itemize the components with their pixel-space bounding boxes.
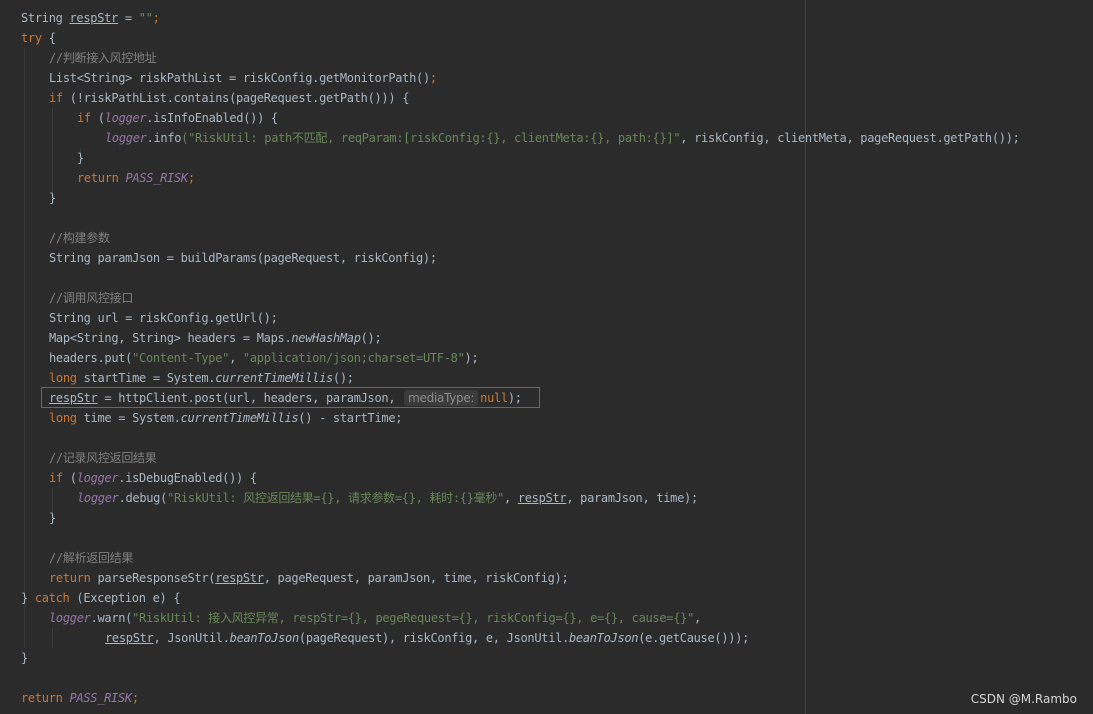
code-line-26: }: [49, 511, 56, 525]
code-line-1: String respStr = "";: [21, 11, 160, 25]
code-line-21: long time = System.currentTimeMillis() -…: [49, 411, 403, 425]
watermark: CSDN @M.Rambo: [970, 692, 1077, 706]
code-line-32: respStr, JsonUtil.beanToJson(pageRequest…: [105, 631, 750, 645]
code-line-2: try {: [21, 31, 56, 45]
comment-token: //构建参数: [49, 231, 110, 245]
keyword-token: try: [21, 31, 42, 45]
code-line-33: }: [21, 651, 28, 665]
indent-guide: [52, 108, 53, 198]
code-line-10: }: [49, 191, 56, 205]
code-line-8: }: [77, 151, 84, 165]
indent-guide: [24, 48, 25, 648]
code-line-17: Map<String, String> headers = Maps.newHa…: [49, 331, 382, 345]
code-line-23: //记录风控返回结果: [49, 448, 157, 468]
code-line-31: logger.warn("RiskUtil: 接入风控异常, respStr={…: [49, 611, 701, 625]
comment-token: //解析返回结果: [49, 551, 134, 565]
code-line-25: logger.debug("RiskUtil: 风控返回结果={}, 请求参数=…: [77, 491, 698, 505]
code-editor[interactable]: String respStr = ""; try { //判断接入风控地址 Li…: [0, 0, 1093, 714]
indent-guide: [52, 628, 53, 648]
code-line-29: return parseResponseStr(respStr, pageReq…: [49, 571, 569, 585]
code-line-12: //构建参数: [49, 228, 110, 248]
comment-token: //记录风控返回结果: [49, 451, 157, 465]
code-line-13: String paramJson = buildParams(pageReque…: [49, 251, 437, 265]
code-line-35: return PASS_RISK;: [21, 691, 139, 705]
code-line-24: if (logger.isDebugEnabled()) {: [49, 471, 257, 485]
code-line-4: List<String> riskPathList = riskConfig.g…: [49, 71, 437, 85]
type-token: String: [21, 11, 63, 25]
code-line-18: headers.put("Content-Type", "application…: [49, 351, 479, 365]
code-line-15: //调用风控接口: [49, 288, 133, 308]
variable-token: respStr: [69, 11, 119, 25]
code-line-7: logger.info("RiskUtil: path不匹配, reqParam…: [105, 131, 1020, 145]
code-line-6: if (logger.isInfoEnabled()) {: [77, 111, 278, 125]
right-margin-guide: [805, 0, 806, 714]
code-line-30: } catch (Exception e) {: [21, 591, 181, 605]
code-line-19: long startTime = System.currentTimeMilli…: [49, 371, 354, 385]
code-line-5: if (!riskPathList.contains(pageRequest.g…: [49, 91, 410, 105]
comment-token: //调用风控接口: [49, 291, 134, 305]
comment-token: //判断接入风控地址: [49, 51, 157, 65]
code-line-16: String url = riskConfig.getUrl();: [49, 311, 278, 325]
highlight-box: [41, 387, 540, 408]
code-line-3: //判断接入风控地址: [49, 48, 157, 68]
code-line-28: //解析返回结果: [49, 548, 133, 568]
code-line-9: return PASS_RISK;: [77, 171, 195, 185]
